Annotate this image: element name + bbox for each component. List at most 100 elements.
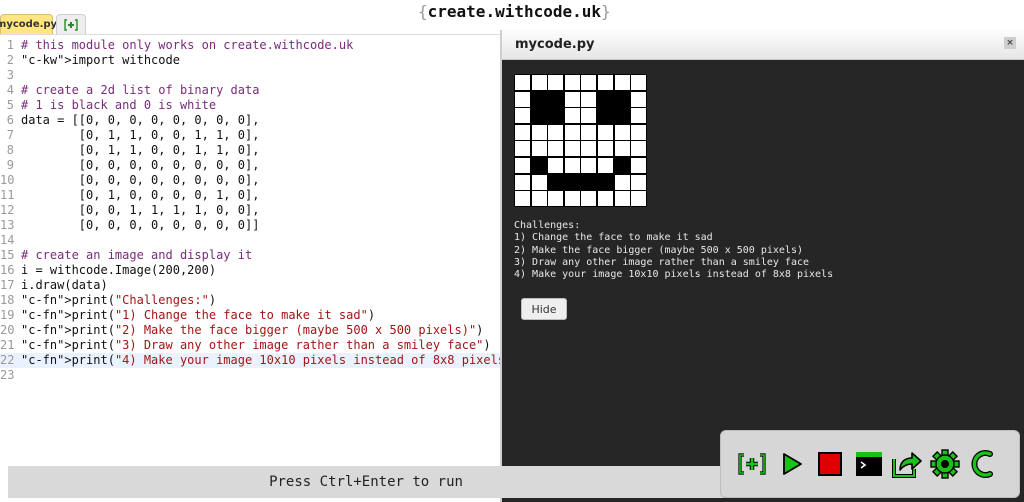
- code-line[interactable]: 10 [0, 0, 0, 0, 0, 0, 0, 0],: [0, 173, 500, 188]
- pixel-cell: [580, 190, 598, 208]
- code-line[interactable]: 19 "c-fn">print("1) Change the face to ma…: [0, 308, 500, 323]
- line-code: [0, 0, 0, 0, 0, 0, 0, 0],: [21, 173, 260, 187]
- pixel-cell: [563, 190, 581, 208]
- pixel-cell: [613, 190, 631, 208]
- line-number: 12: [0, 203, 15, 217]
- run-icon: [783, 453, 802, 475]
- pixel-cell: [563, 107, 581, 125]
- tab-mycode-py[interactable]: mycode.py: [0, 14, 57, 34]
- add-file-icon: [738, 453, 766, 475]
- action-toolbar: [720, 430, 1020, 498]
- code-line[interactable]: 8 [0, 1, 1, 0, 0, 1, 1, 0],: [0, 143, 500, 158]
- pixel-cell: [514, 123, 531, 141]
- share-button[interactable]: [892, 449, 922, 479]
- pixel-cell: [547, 107, 565, 125]
- line-code: "c-fn">print("4) Make your image 10x10 p…: [21, 353, 520, 367]
- line-code: # this module only works on create.withc…: [21, 38, 354, 52]
- settings-button[interactable]: [930, 449, 960, 479]
- code-line[interactable]: 23: [0, 368, 500, 383]
- add-file-icon: [64, 18, 78, 31]
- line-code: "c-fn">print("Challenges:"): [21, 293, 217, 307]
- code-line[interactable]: 7 [0, 1, 1, 0, 0, 1, 1, 0],: [0, 128, 500, 143]
- pixel-cell: [514, 140, 531, 158]
- code-line[interactable]: 6 data = [[0, 0, 0, 0, 0, 0, 0, 0],: [0, 113, 500, 128]
- output-title: mycode.py: [515, 37, 595, 52]
- code-line[interactable]: 3: [0, 68, 500, 83]
- code-line[interactable]: 22 "c-fn">print("4) Make your image 10x10…: [0, 353, 520, 368]
- line-number: 9: [6, 158, 14, 172]
- line-code: [0, 1, 0, 0, 0, 0, 1, 0],: [21, 188, 260, 202]
- console-button[interactable]: [854, 449, 884, 479]
- pixel-cell: [530, 190, 548, 208]
- pixel-cell: [613, 157, 631, 174]
- code-line[interactable]: 15 # create an image and display it: [0, 248, 500, 263]
- pixel-cell: [630, 190, 648, 208]
- code-line[interactable]: 21 "c-fn">print("3) Draw any other image …: [0, 338, 500, 353]
- file-tab-bar: mycode.py: [0, 12, 500, 34]
- console-icon: [856, 452, 882, 476]
- code-line[interactable]: 5 # 1 is black and 0 is white: [0, 98, 500, 113]
- pixel-cell: [530, 90, 548, 108]
- line-number: 1: [6, 38, 14, 52]
- console-output: Challenges: 1) Change the face to make i…: [514, 220, 834, 281]
- pixel-cell: [630, 107, 648, 125]
- line-number: 4: [6, 83, 14, 97]
- line-number: 19: [0, 308, 15, 322]
- code-editor[interactable]: 1 # this module only works on create.with…: [0, 34, 520, 467]
- pixel-cell: [530, 107, 548, 125]
- pixel-cell: [530, 157, 548, 174]
- output-titlebar[interactable]: mycode.py ×: [502, 30, 1024, 60]
- stop-button[interactable]: [815, 449, 845, 479]
- line-number: 23: [0, 368, 15, 382]
- code-line[interactable]: 18 "c-fn">print("Challenges:"): [0, 293, 500, 308]
- code-line[interactable]: 1 # this module only works on create.with…: [0, 38, 500, 53]
- pixel-cell: [514, 173, 531, 191]
- code-line[interactable]: 13 [0, 0, 0, 0, 0, 0, 0, 0]]: [0, 218, 500, 233]
- pixel-cell: [514, 74, 531, 91]
- pixel-cell: [530, 140, 548, 158]
- settings-icon: [930, 449, 960, 479]
- code-line[interactable]: 14: [0, 233, 500, 248]
- pixel-cell: [597, 74, 614, 91]
- line-code: i = withcode.Image(200,200): [21, 263, 217, 277]
- code-line[interactable]: 17 i.draw(data): [0, 278, 500, 293]
- pixel-cell: [580, 140, 598, 158]
- refresh-button[interactable]: [967, 449, 997, 479]
- pixel-cell: [530, 123, 548, 141]
- line-number: 20: [0, 323, 15, 337]
- pixel-cell: [580, 157, 598, 174]
- pixel-cell: [563, 140, 581, 158]
- line-number: 13: [0, 218, 15, 232]
- pixel-cell: [630, 173, 648, 191]
- pixel-cell: [580, 74, 598, 91]
- pixel-cell: [630, 123, 648, 141]
- pixel-cell: [563, 157, 581, 174]
- pixel-cell: [514, 190, 531, 208]
- line-code: "c-fn">print("3) Draw any other image ra…: [21, 338, 491, 352]
- hide-button[interactable]: Hide: [521, 298, 567, 320]
- run-button[interactable]: [777, 449, 807, 479]
- line-code: # 1 is black and 0 is white: [21, 98, 217, 112]
- pixel-cell: [613, 123, 631, 141]
- pixel-cell: [530, 173, 548, 191]
- add-file-tab[interactable]: [56, 14, 86, 34]
- pixel-cell: [547, 190, 565, 208]
- code-line[interactable]: 16 i = withcode.Image(200,200): [0, 263, 500, 278]
- pixel-cell: [530, 74, 548, 91]
- line-number: 5: [6, 98, 14, 112]
- line-code: "c-fn">print("1) Change the face to make…: [21, 308, 376, 322]
- run-hint-bar: Press Ctrl+Enter to run: [8, 466, 724, 498]
- tab-label: mycode.py: [0, 19, 58, 30]
- pixel-cell: [547, 173, 565, 191]
- code-line[interactable]: 2 "c-kw">import withcode: [0, 53, 500, 68]
- pixel-cell: [563, 173, 581, 191]
- close-icon[interactable]: ×: [1004, 37, 1016, 49]
- code-line[interactable]: 12 [0, 0, 1, 1, 1, 1, 0, 0],: [0, 203, 500, 218]
- code-line[interactable]: 20 "c-fn">print("2) Make the face bigger …: [0, 323, 500, 338]
- code-line[interactable]: 9 [0, 0, 0, 0, 0, 0, 0, 0],: [0, 158, 500, 173]
- line-code: "c-kw">import withcode: [21, 53, 180, 67]
- code-line[interactable]: 11 [0, 1, 0, 0, 0, 0, 1, 0],: [0, 188, 500, 203]
- code-line[interactable]: 4 # create a 2d list of binary data: [0, 83, 500, 98]
- pixel-cell: [514, 90, 531, 108]
- add-file-button[interactable]: [737, 449, 767, 479]
